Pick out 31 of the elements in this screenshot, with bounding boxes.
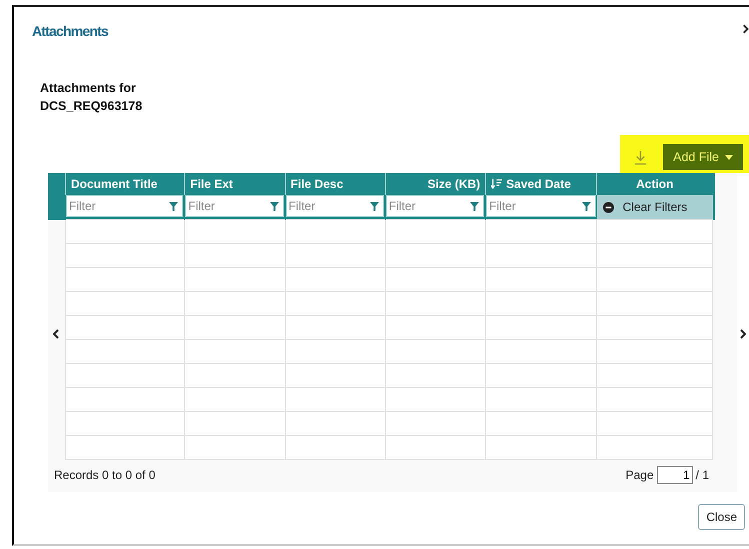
- filter-field[interactable]: Filter: [286, 195, 384, 217]
- column-header[interactable]: Saved Date: [486, 173, 597, 195]
- column-header[interactable]: Document Title: [66, 173, 185, 195]
- minus-circle-icon: [602, 202, 614, 212]
- column-header[interactable]: Action: [596, 173, 712, 195]
- page-label: Page: [626, 468, 654, 482]
- attachments-heading: DCS_REQ963178: [40, 98, 144, 115]
- attachments-heading: Attachments for: [40, 80, 137, 97]
- dialog-title: Attachments: [32, 23, 108, 39]
- filter-icon: [169, 202, 178, 211]
- filter-icon: [370, 202, 379, 211]
- column-header[interactable]: File Desc: [285, 173, 386, 195]
- download-icon[interactable]: [634, 150, 648, 164]
- filter-field[interactable]: Filter: [486, 195, 596, 217]
- filter-icon: [470, 202, 480, 211]
- filter-icon: [582, 202, 591, 211]
- sort-icon: [491, 178, 502, 189]
- page-field[interactable]: 1: [656, 466, 693, 484]
- chevron-left-icon[interactable]: [53, 329, 59, 339]
- column-header[interactable]: File Ext: [184, 173, 286, 195]
- chevron-right-icon[interactable]: [740, 329, 746, 339]
- caret-icon: [725, 154, 733, 160]
- close-button[interactable]: Close: [698, 504, 745, 530]
- page-total: / 1: [696, 468, 709, 482]
- column-header[interactable]: Size (KB): [385, 173, 486, 195]
- records-count: Records 0 to 0 of 0: [54, 468, 156, 482]
- filter-icon: [270, 202, 279, 211]
- filter-field[interactable]: Filter: [66, 195, 184, 217]
- filter-field[interactable]: Filter: [185, 195, 284, 217]
- filter-field[interactable]: Filter: [386, 195, 484, 217]
- add-file-button[interactable]: Add File: [663, 144, 743, 170]
